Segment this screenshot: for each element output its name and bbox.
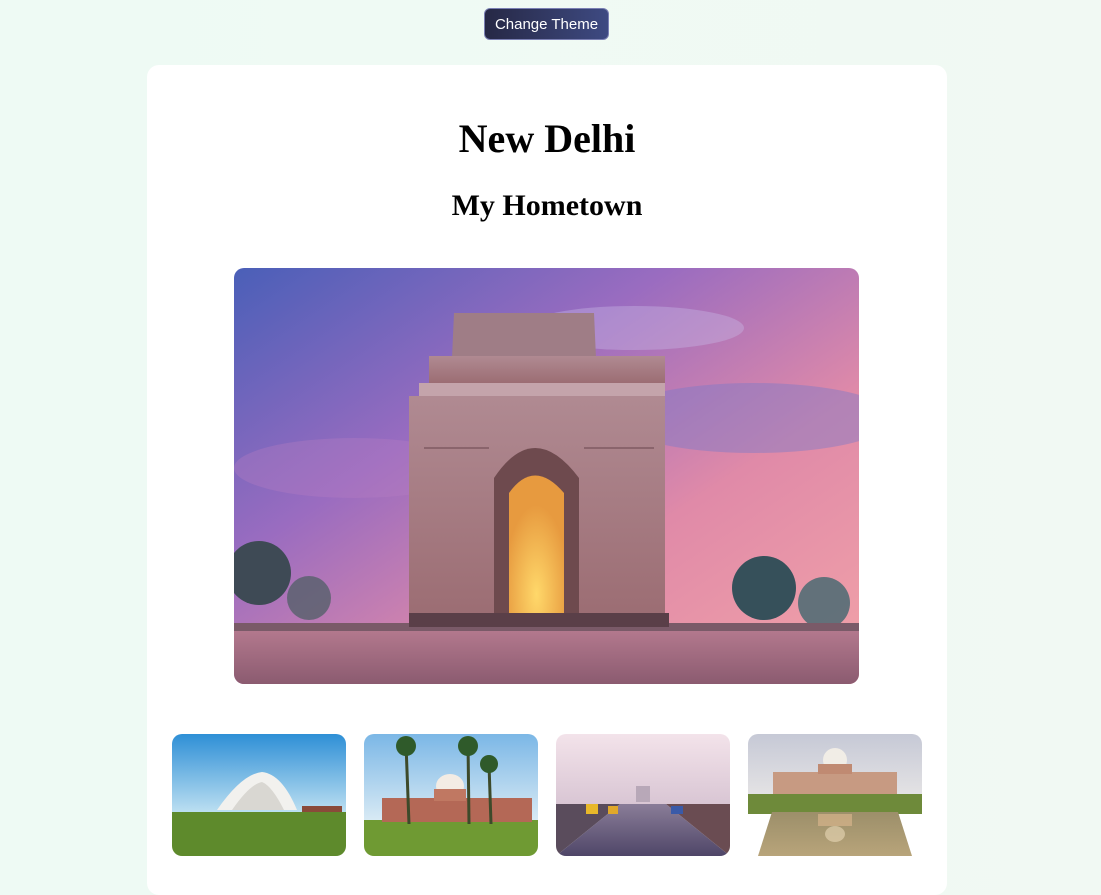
humayun-tomb-thumbnail[interactable] xyxy=(364,734,538,856)
change-theme-button[interactable]: Change Theme xyxy=(484,8,609,40)
lotus-temple-thumbnail[interactable] xyxy=(172,734,346,856)
rajpath-street-thumbnail[interactable] xyxy=(556,734,730,856)
india-gate-image xyxy=(234,268,859,684)
humayun-tomb-reflection-thumbnail[interactable] xyxy=(748,734,922,856)
content-card: New Delhi My Hometown xyxy=(147,65,947,895)
page-title: New Delhi xyxy=(458,116,636,161)
page-subtitle: My Hometown xyxy=(451,189,643,222)
